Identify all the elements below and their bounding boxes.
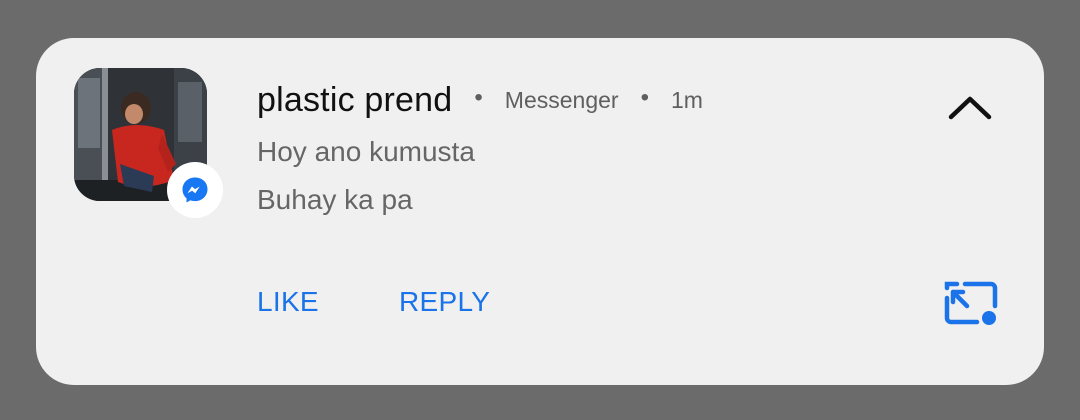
chevron-up-icon: [948, 96, 992, 120]
notification-card[interactable]: plastic prend • Messenger • 1m Hoy ano k…: [36, 38, 1044, 385]
app-name: Messenger: [504, 86, 619, 113]
collapse-button[interactable]: [940, 88, 1000, 128]
timestamp: 1m: [670, 86, 703, 113]
like-button[interactable]: LIKE: [257, 286, 319, 318]
message-line: Buhay ka pa: [257, 184, 413, 215]
message-line: Hoy ano kumusta: [257, 136, 475, 167]
messenger-icon: [182, 177, 208, 203]
messenger-badge: [167, 162, 223, 218]
notification-header: plastic prend • Messenger • 1m: [257, 80, 703, 120]
open-in-bubble-icon: [944, 281, 998, 325]
reply-button[interactable]: REPLY: [399, 286, 490, 318]
separator-dot: •: [474, 84, 483, 111]
open-in-bubble-button[interactable]: [943, 280, 999, 326]
sender-name: plastic prend: [257, 80, 453, 119]
separator-dot: •: [640, 84, 649, 111]
